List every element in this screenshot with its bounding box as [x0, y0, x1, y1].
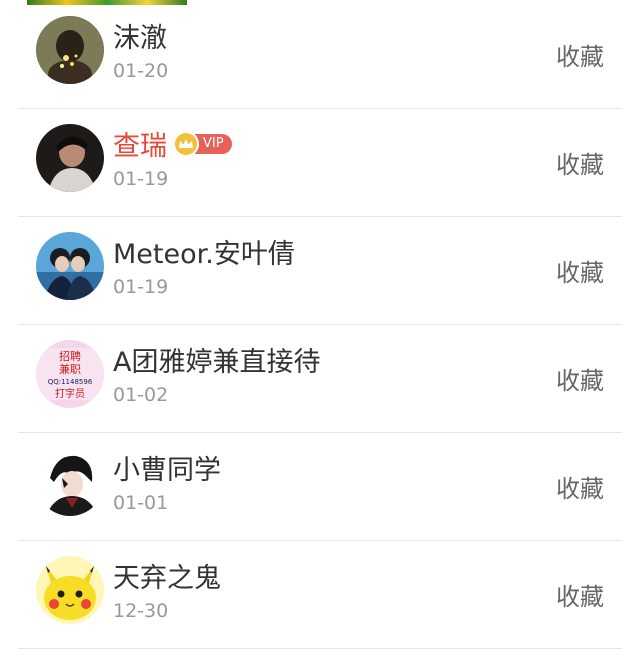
- post-date: 01-19: [113, 276, 169, 298]
- list-item[interactable]: 天弃之鬼 12-30 收藏: [18, 540, 622, 649]
- avatar[interactable]: [36, 16, 104, 84]
- post-date: 01-02: [113, 384, 169, 406]
- avatar[interactable]: [36, 232, 104, 300]
- list-item[interactable]: 招聘 兼职 QQ:1148596 打字员 A团雅婷兼直接待 01-02 收藏: [18, 324, 622, 433]
- favorite-button[interactable]: 收藏: [556, 469, 604, 504]
- avatar-girl-sparkle: [36, 16, 104, 84]
- post-date: 01-01: [113, 492, 169, 514]
- list-item[interactable]: 小曹同学 01-01 收藏: [18, 432, 622, 541]
- favorite-button[interactable]: 收藏: [556, 253, 604, 288]
- avatar-pikachu: [36, 556, 104, 624]
- avatar[interactable]: [36, 448, 104, 516]
- avatar-anime-boy: [36, 448, 104, 516]
- avatar-couple: [36, 232, 104, 300]
- post-date: 01-20: [113, 60, 169, 82]
- vip-badge: VIP: [173, 130, 232, 157]
- list-item[interactable]: Meteor.安叶倩 01-19 收藏: [18, 216, 622, 325]
- favorite-button[interactable]: 收藏: [556, 37, 604, 72]
- avatar-recruit-banner: 招聘 兼职 QQ:1148596 打字员: [36, 340, 104, 408]
- svg-text:QQ:1148596: QQ:1148596: [48, 378, 93, 386]
- avatar[interactable]: [36, 124, 104, 192]
- svg-text:兼职: 兼职: [59, 363, 81, 376]
- list-item[interactable]: 沫澈 01-20 收藏: [18, 0, 622, 109]
- list-item[interactable]: 查瑞 VIP 01-19 收藏: [18, 108, 622, 217]
- favorite-button[interactable]: 收藏: [556, 577, 604, 612]
- avatar-man-portrait: [36, 124, 104, 192]
- avatar[interactable]: 招聘 兼职 QQ:1148596 打字员: [36, 340, 104, 408]
- user-name: 沫澈: [113, 23, 167, 54]
- svg-text:打字员: 打字员: [55, 387, 85, 400]
- user-name: 小曹同学: [113, 455, 221, 486]
- post-date: 12-30: [113, 600, 169, 622]
- svg-text:招聘: 招聘: [59, 349, 81, 363]
- user-name-text: 查瑞: [113, 131, 167, 162]
- user-name: A团雅婷兼直接待: [113, 347, 321, 378]
- user-name: 天弃之鬼: [113, 563, 221, 594]
- user-name: Meteor.安叶倩: [113, 239, 295, 270]
- crown-icon: [173, 130, 199, 157]
- avatar[interactable]: [36, 556, 104, 624]
- user-name: 查瑞 VIP: [113, 124, 232, 163]
- post-date: 01-19: [113, 168, 169, 190]
- favorite-button[interactable]: 收藏: [556, 145, 604, 180]
- favorite-button[interactable]: 收藏: [556, 361, 604, 396]
